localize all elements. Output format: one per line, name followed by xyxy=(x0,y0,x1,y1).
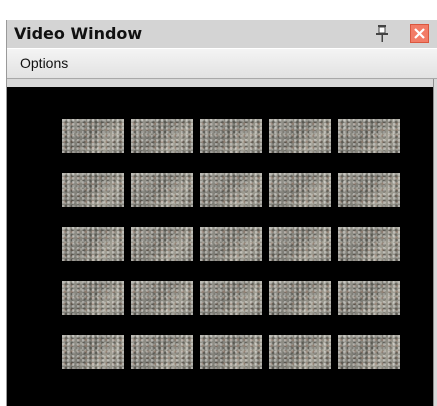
video-thumbnail xyxy=(269,227,331,261)
video-thumbnail xyxy=(131,335,193,369)
video-thumbnail xyxy=(338,227,400,261)
video-thumbnail xyxy=(200,173,262,207)
video-thumbnail xyxy=(131,119,193,153)
video-thumbnail xyxy=(62,227,124,261)
options-menu[interactable]: Options xyxy=(12,52,76,75)
video-window: Video Window Options xyxy=(6,20,437,406)
close-icon xyxy=(414,28,425,39)
video-thumbnail xyxy=(269,281,331,315)
video-thumbnail xyxy=(200,227,262,261)
video-thumbnail xyxy=(131,281,193,315)
menu-bar: Options xyxy=(7,48,437,79)
video-thumbnail xyxy=(338,335,400,369)
close-button[interactable] xyxy=(410,24,429,43)
video-thumbnail xyxy=(338,173,400,207)
video-thumbnail xyxy=(62,173,124,207)
video-thumbnail xyxy=(62,281,124,315)
video-thumbnail xyxy=(269,173,331,207)
video-thumbnail xyxy=(338,119,400,153)
video-thumbnail xyxy=(131,173,193,207)
video-thumbnail xyxy=(62,119,124,153)
video-display[interactable] xyxy=(7,87,434,406)
window-divider xyxy=(433,79,434,406)
video-thumbnail xyxy=(200,119,262,153)
window-title: Video Window xyxy=(14,24,143,43)
video-thumbnail xyxy=(269,335,331,369)
video-thumbnail xyxy=(269,119,331,153)
title-bar[interactable]: Video Window xyxy=(7,20,437,48)
pin-icon xyxy=(376,25,388,42)
video-thumbnail xyxy=(200,281,262,315)
video-thumbnail-grid xyxy=(62,119,400,369)
pin-button[interactable] xyxy=(372,23,394,45)
video-thumbnail xyxy=(338,281,400,315)
video-thumbnail xyxy=(62,335,124,369)
video-thumbnail xyxy=(200,335,262,369)
video-thumbnail xyxy=(131,227,193,261)
